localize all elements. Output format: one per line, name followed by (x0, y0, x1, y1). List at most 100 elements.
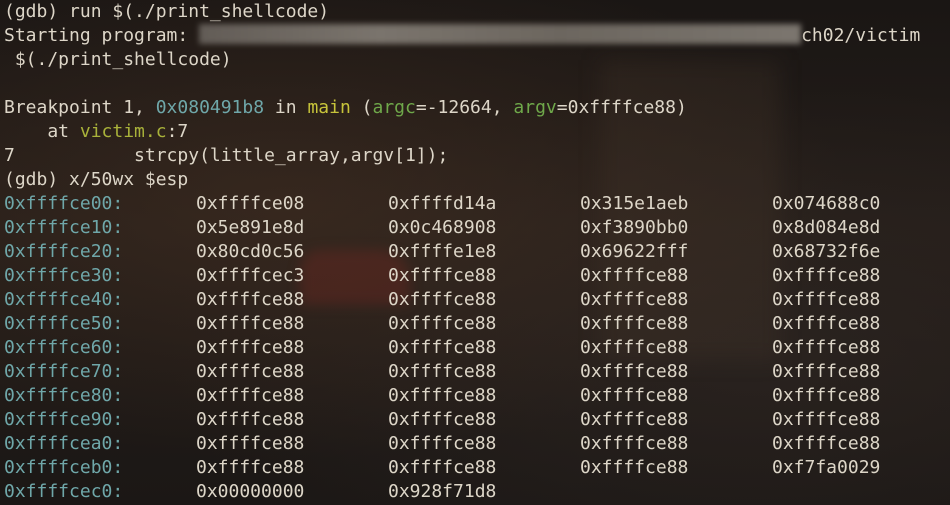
memory-address: 0xffffce70: (4, 361, 124, 382)
memory-word: 0xffffce88 (196, 361, 305, 382)
memory-word: 0xffffce88 (772, 265, 881, 286)
memory-word: 0xffffce88 (580, 289, 689, 310)
breakpoint-label: Breakpoint 1, (4, 97, 156, 118)
memory-word: 0x80cd0c56 (196, 241, 305, 262)
memory-word: 0xffffce88 (772, 313, 881, 334)
memory-address: 0xffffce30: (4, 265, 124, 286)
memory-address: 0xffffce00: (4, 193, 124, 214)
memory-word: 0x69622fff (580, 241, 689, 262)
memory-word: 0xffffce88 (580, 313, 689, 334)
memory-word: 0xffffce88 (772, 337, 881, 358)
memory-word: 0xffffce88 (580, 457, 689, 478)
memory-word: 0xffffce88 (196, 433, 305, 454)
memory-word: 0xffffce88 (772, 433, 881, 454)
memory-word: 0x074688c0 (772, 193, 881, 214)
memory-word: 0xffffce88 (772, 385, 881, 406)
function-name: main (307, 97, 351, 118)
source-line-number: :7 (166, 121, 189, 142)
memory-word: 0xffffce88 (388, 409, 497, 430)
memory-word: 0xffffce88 (580, 361, 689, 382)
memory-word: 0xffffce88 (772, 289, 881, 310)
memory-address: 0xffffce60: (4, 337, 124, 358)
memory-word: 0xffffce88 (388, 433, 497, 454)
memory-dump-row: 0xffffce40: 0xffffce88 0xffffce88 0xffffce8… (4, 288, 920, 312)
memory-dump-row: 0xffffce50: 0xffffce88 0xffffce88 0xffffce8… (4, 312, 920, 336)
memory-address: 0xffffce80: (4, 385, 124, 406)
source-location-line: at victim.c:7 (4, 120, 920, 144)
memory-dump-row: 0xffffce60: 0xffffce88 0xffffce88 0xffffce8… (4, 336, 920, 360)
memory-word: 0xffffce88 (388, 337, 497, 358)
memory-word: 0xffffce88 (388, 313, 497, 334)
memory-word: 0xffffce88 (196, 337, 305, 358)
memory-dump-row: 0xffffce90: 0xffffce88 0xffffce88 0xffffce8… (4, 408, 920, 432)
breakpoint-in: in (264, 97, 308, 118)
memory-dump-row: 0xffffce10: 0x5e891e8d 0x0c468908 0xf3890bb… (4, 216, 920, 240)
source-file: victim.c (79, 121, 167, 142)
breakpoint-address: 0x080491b8 (155, 97, 265, 118)
at-label: at (4, 121, 80, 142)
terminal-window[interactable]: (gdb) run $(./print_shellcode) Starting … (0, 0, 950, 505)
memory-address: 0xffffce10: (4, 217, 124, 238)
memory-word: 0x315e1aeb (580, 193, 689, 214)
memory-word: 0xffffcec3 (196, 265, 305, 286)
memory-word: 0xffffce88 (196, 457, 305, 478)
memory-dump-row: 0xffffce00: 0xffffce08 0xffffd14a 0x315e1ae… (4, 192, 920, 216)
memory-word: 0x8d084e8d (772, 217, 881, 238)
paren-open: ( (350, 97, 373, 118)
memory-word: 0x0c468908 (388, 217, 497, 238)
memory-word: 0xffffce88 (772, 361, 881, 382)
memory-word: 0xffffce88 (196, 409, 305, 430)
program-path-suffix: ch02/victim (801, 25, 921, 46)
memory-word: 0x928f71d8 (388, 481, 497, 502)
memory-word: 0xffffce88 (196, 313, 305, 334)
argv-value: =0xffffce88) (556, 97, 687, 118)
memory-address: 0xffffce40: (4, 289, 124, 310)
memory-address: 0xffffce50: (4, 313, 124, 334)
memory-word: 0xffffce88 (580, 265, 689, 286)
memory-word: 0xffffce88 (388, 289, 497, 310)
starting-program-line: Starting program: ch02/victim (4, 24, 920, 48)
memory-word: 0xffffce88 (580, 385, 689, 406)
memory-dump-row: 0xffffce70: 0xffffce88 0xffffce88 0xffffce8… (4, 360, 920, 384)
breakpoint-line: Breakpoint 1, 0x080491b8 in main (argc=-… (4, 96, 920, 120)
memory-word: 0xffffce88 (196, 385, 305, 406)
argc-name: argc (372, 97, 416, 118)
gdb-run-command: (gdb) run $(./print_shellcode) (4, 1, 330, 22)
gdb-examine-command: (gdb) x/50wx $esp (4, 169, 189, 190)
memory-word: 0xffffce88 (388, 457, 497, 478)
memory-address: 0xffffce20: (4, 241, 124, 262)
memory-word: 0xffffce88 (772, 409, 881, 430)
memory-word: 0x68732f6e (772, 241, 881, 262)
memory-dump-row: 0xffffcec0: 0x00000000 0x928f71d8 (4, 480, 920, 504)
argc-value: =-12664, (415, 97, 514, 118)
memory-word: 0xffffce88 (196, 289, 305, 310)
memory-dump-row: 0xffffce20: 0x80cd0c56 0xffffe1e8 0x69622ff… (4, 240, 920, 264)
memory-word: 0xffffce88 (580, 433, 689, 454)
memory-word: 0xffffce08 (196, 193, 305, 214)
memory-word: 0x5e891e8d (196, 217, 305, 238)
starting-program-label: Starting program: (4, 25, 200, 46)
memory-dump-row: 0xffffce30: 0xffffcec3 0xffffce88 0xffffce8… (4, 264, 920, 288)
memory-word: 0xffffd14a (388, 193, 497, 214)
memory-word: 0xffffce88 (388, 265, 497, 286)
terminal-output: (gdb) run $(./print_shellcode) Starting … (4, 0, 920, 504)
memory-word: 0xffffce88 (388, 361, 497, 382)
memory-word: 0xffffce88 (580, 337, 689, 358)
memory-word: 0xffffce88 (580, 409, 689, 430)
memory-address: 0xffffceb0: (4, 457, 124, 478)
memory-dump-row: 0xffffceb0: 0xffffce88 0xffffce88 0xffffce8… (4, 456, 920, 480)
memory-word: 0xffffce88 (388, 385, 497, 406)
memory-address: 0xffffce90: (4, 409, 124, 430)
program-args-line: $(./print_shellcode) (4, 49, 232, 70)
memory-address: 0xffffcea0: (4, 433, 124, 454)
memory-word: 0xf7fa0029 (772, 457, 881, 478)
memory-address: 0xffffcec0: (4, 481, 124, 502)
redacted-path (199, 24, 802, 44)
argv-name: argv (513, 97, 557, 118)
memory-word: 0xffffe1e8 (388, 241, 497, 262)
memory-dump-row: 0xffffce80: 0xffffce88 0xffffce88 0xffffce8… (4, 384, 920, 408)
memory-dump: 0xffffce00: 0xffffce08 0xffffd14a 0x315e1ae… (4, 192, 920, 504)
memory-word: 0xf3890bb0 (580, 217, 689, 238)
memory-word: 0x00000000 (196, 481, 305, 502)
